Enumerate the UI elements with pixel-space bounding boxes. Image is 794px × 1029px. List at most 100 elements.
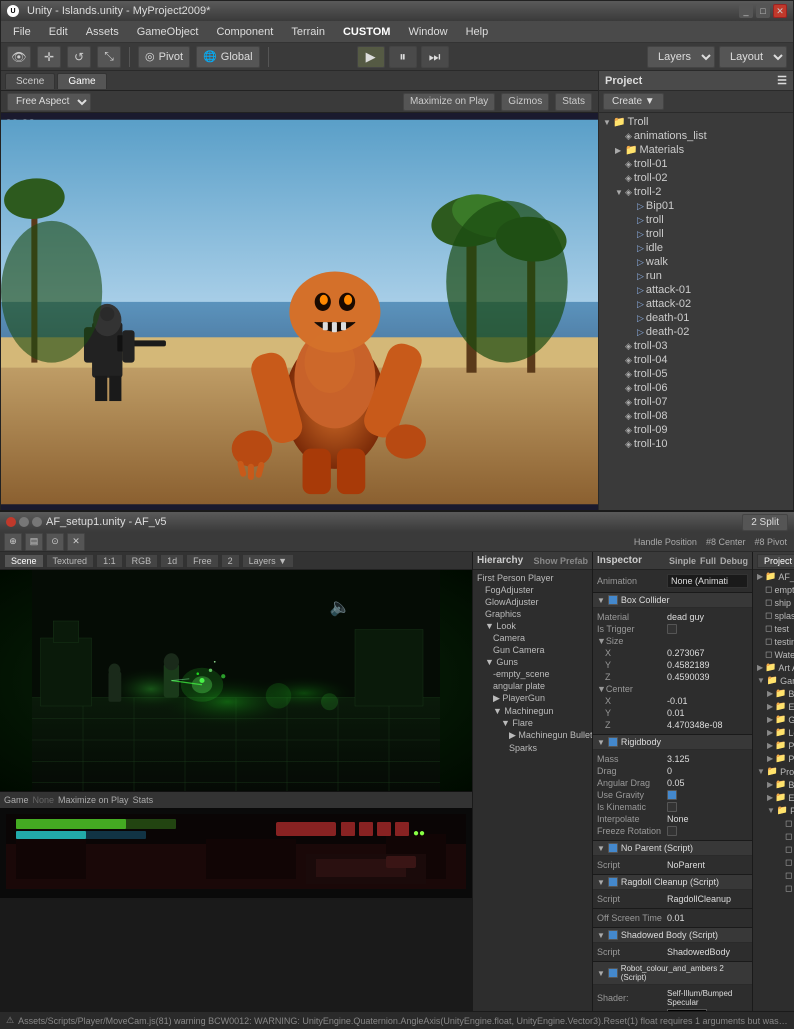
full-btn[interactable]: Full <box>700 556 716 566</box>
project-item[interactable]: ▼📁Player <box>753 804 794 817</box>
menu-edit[interactable]: Edit <box>41 24 76 40</box>
bt-btn-2[interactable]: ▤ <box>25 533 43 551</box>
project-item[interactable]: ◻test <box>753 622 794 635</box>
show-prefab-btn[interactable]: Show Prefab <box>533 556 588 566</box>
hierarchy-item[interactable]: First Person Player <box>473 572 592 584</box>
vp-tab-scene[interactable]: Scene <box>4 554 44 568</box>
hierarchy-item[interactable]: ▼ Flare <box>473 717 592 729</box>
animation-input[interactable] <box>667 574 748 588</box>
bt-btn-4[interactable]: ✕ <box>67 533 85 551</box>
project-item[interactable]: ▶📁Gunship <box>753 713 794 726</box>
tree-item[interactable]: ◈troll-06 <box>599 381 793 395</box>
rc-checkbox[interactable] <box>608 968 618 978</box>
tree-item[interactable]: ◈troll-01 <box>599 157 793 171</box>
hierarchy-item[interactable]: Sparks <box>473 742 592 754</box>
hierarchy-item[interactable]: ▼ Guns <box>473 656 592 668</box>
tree-item[interactable]: ◈troll-08 <box>599 409 793 423</box>
menu-gameobject[interactable]: GameObject <box>129 24 207 40</box>
hierarchy-item[interactable]: Graphics <box>473 608 592 620</box>
vp-tab-textured[interactable]: Textured <box>46 554 95 568</box>
project-item[interactable]: ▼📁Projectiles-Explosions <box>753 765 794 778</box>
tree-item[interactable]: ▷Bip01 <box>599 199 793 213</box>
vp-tab-rgb[interactable]: RGB <box>125 554 159 568</box>
vp-tab-1d[interactable]: 1d <box>160 554 184 568</box>
project-item[interactable]: ◻empty_scene <box>753 583 794 596</box>
project-item[interactable]: ◻Machinegun Bullet <box>753 817 794 830</box>
project-item[interactable]: ▶📁Player <box>753 752 794 765</box>
layers-select[interactable]: Layers <box>647 46 715 68</box>
menu-custom[interactable]: CUSTOM <box>335 24 398 40</box>
bt-btn-1[interactable]: ⊕ <box>4 533 22 551</box>
rb-checkbox[interactable] <box>608 737 618 747</box>
tree-item[interactable]: ▷walk <box>599 255 793 269</box>
step-button[interactable]: ⏭ <box>421 46 449 68</box>
project-item[interactable]: ◻Machinegun Bullet 2 <box>753 843 794 856</box>
pause-button[interactable]: ⏸ <box>389 46 417 68</box>
tab-game[interactable]: Game <box>57 73 106 89</box>
project-item[interactable]: ▼📁Games <box>753 674 794 687</box>
hierarchy-item[interactable]: ▶ PlayerGun <box>473 692 592 705</box>
tree-item[interactable]: ▷attack-02 <box>599 297 793 311</box>
split-button[interactable]: 2 Split <box>742 514 788 531</box>
global-toggle[interactable]: 🌐 Global <box>196 46 260 68</box>
aspect-select[interactable]: Free Aspect <box>7 93 91 111</box>
project-item[interactable]: ◻Machinegun Bullet - Snipe <box>753 830 794 843</box>
maximize-on-play-btn[interactable]: Maximize on Play <box>403 93 495 111</box>
mini-stats-btn[interactable]: Stats <box>133 795 154 805</box>
tree-item[interactable]: ◈troll-04 <box>599 353 793 367</box>
ragdoll-header[interactable]: ▼ Ragdoll Cleanup (Script) <box>593 875 752 890</box>
close-button[interactable]: ✕ <box>773 4 787 18</box>
project-item[interactable]: ◻testing <box>753 635 794 648</box>
project-item[interactable]: ◻RocketExplosion <box>753 882 794 895</box>
project-item[interactable]: ◻ship <box>753 596 794 609</box>
eye-button[interactable]: 👁 <box>7 46 31 68</box>
hierarchy-item[interactable]: Camera <box>473 632 592 644</box>
tree-item[interactable]: ▷idle <box>599 241 793 255</box>
bottom-min-dot[interactable] <box>19 517 29 527</box>
minimize-button[interactable]: _ <box>739 4 753 18</box>
hierarchy-item[interactable]: -empty_scene <box>473 668 592 680</box>
tree-item[interactable]: ▼◈troll-2 <box>599 185 793 199</box>
project-create-btn[interactable]: Create ▼ <box>603 93 664 110</box>
gizmos-btn[interactable]: Gizmos <box>501 93 549 111</box>
project-item[interactable]: ▶📁Boss <box>753 778 794 791</box>
menu-window[interactable]: Window <box>400 24 455 40</box>
robot-header[interactable]: ▼ Robot_colour_and_ambers 2 (Script) <box>593 962 752 985</box>
maximize-button[interactable]: □ <box>756 4 770 18</box>
tab-scene[interactable]: Scene <box>5 73 55 89</box>
panel-menu-icon[interactable]: ☰ <box>777 74 787 87</box>
project-item[interactable]: ▶📁Boss <box>753 687 794 700</box>
project-item[interactable]: ◻WaterTest <box>753 648 794 661</box>
vp-tab-layers[interactable]: Layers ▼ <box>242 554 294 568</box>
freeze-rotation-checkbox[interactable] <box>667 826 677 836</box>
tree-item[interactable]: ◈troll-03 <box>599 339 793 353</box>
rigidbody-header[interactable]: ▼ Rigidbody <box>593 735 752 750</box>
bt-btn-3[interactable]: ⊙ <box>46 533 64 551</box>
hierarchy-item[interactable]: ▼ Machinegun <box>473 705 592 717</box>
rotate-button[interactable]: ↺ <box>67 46 91 68</box>
tree-item[interactable]: ◈troll-09 <box>599 423 793 437</box>
sh-checkbox[interactable] <box>608 930 618 940</box>
vp-tab-2[interactable]: 2 <box>221 554 240 568</box>
simple-btn[interactable]: Sinple <box>669 556 696 566</box>
project-item[interactable]: ▶📁Level <box>753 726 794 739</box>
tree-item[interactable]: ▷death-01 <box>599 311 793 325</box>
play-button[interactable]: ▶ <box>357 46 385 68</box>
pivot-toggle[interactable]: ◎ Pivot <box>138 46 190 68</box>
hierarchy-item[interactable]: FogAdjuster <box>473 584 592 596</box>
hierarchy-item[interactable]: Gun Camera <box>473 644 592 656</box>
tree-item[interactable]: ▷troll <box>599 227 793 241</box>
project-item[interactable]: ▶📁Pickups <box>753 739 794 752</box>
menu-help[interactable]: Help <box>458 24 497 40</box>
is-kinematic-checkbox[interactable] <box>667 802 677 812</box>
project-item[interactable]: ▶📁Art Assets <box>753 661 794 674</box>
use-gravity-checkbox[interactable] <box>667 790 677 800</box>
move-button[interactable]: ✛ <box>37 46 61 68</box>
box-collider-header[interactable]: ▼ Box Collider <box>593 593 752 608</box>
tree-item[interactable]: ▼📁Troll <box>599 115 793 129</box>
project-item[interactable]: ▶📁Enemies <box>753 700 794 713</box>
proj-tab-project[interactable]: Project <box>757 554 794 568</box>
np-checkbox[interactable] <box>608 843 618 853</box>
hierarchy-item[interactable]: GlowAdjuster <box>473 596 592 608</box>
tree-item[interactable]: ▷run <box>599 269 793 283</box>
